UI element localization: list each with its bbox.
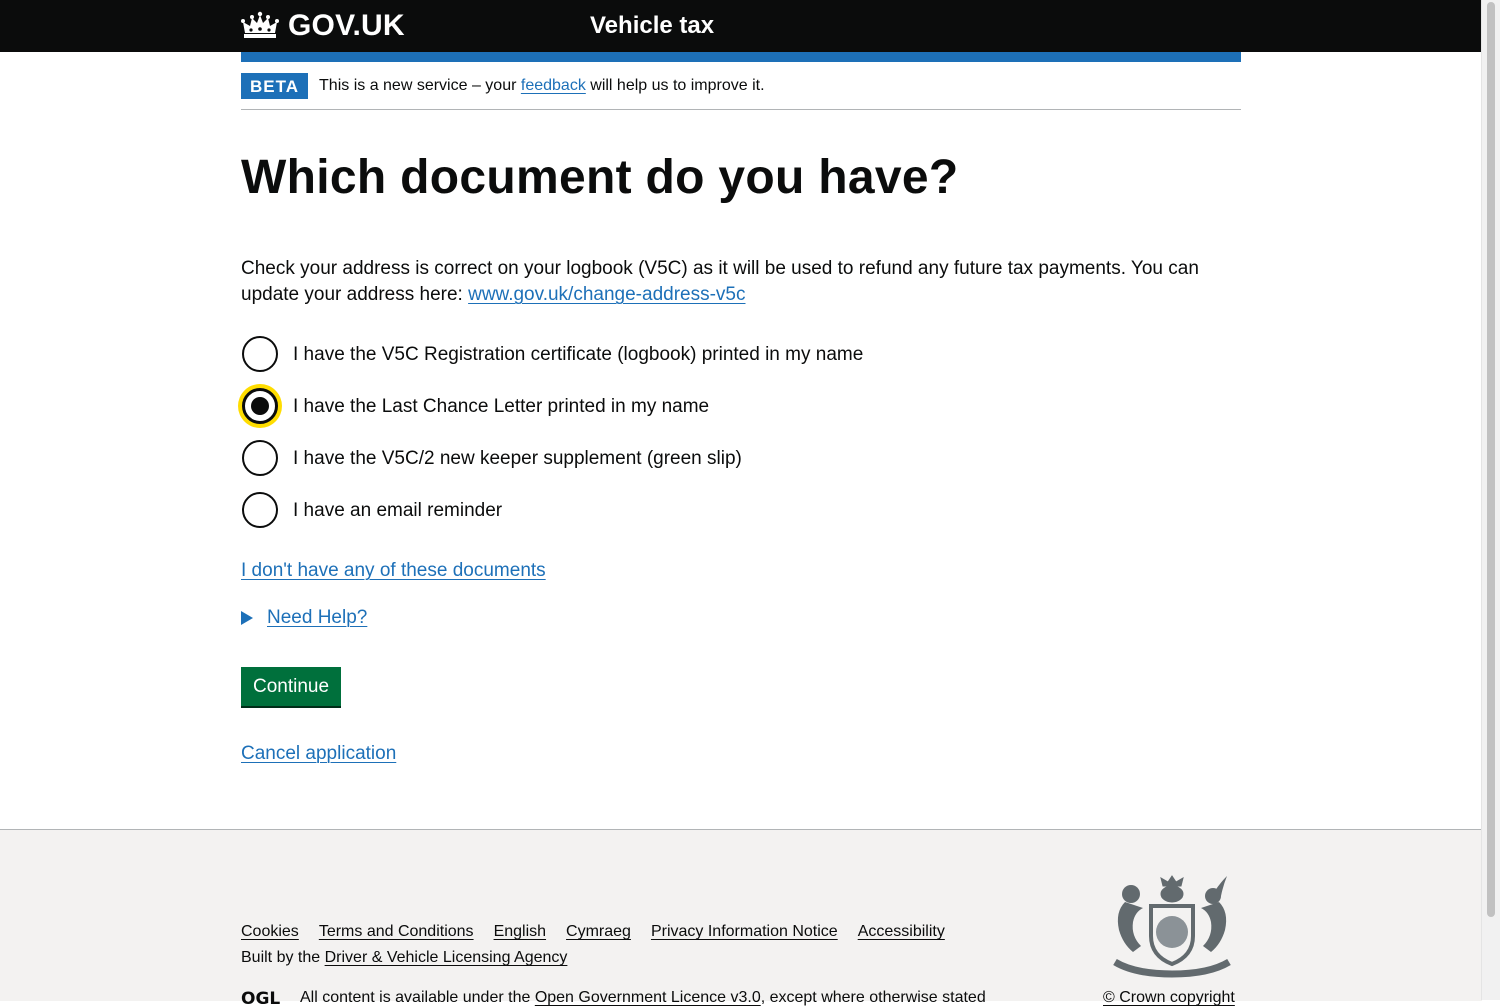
service-name-link[interactable]: Vehicle tax <box>590 11 714 41</box>
page-scrollbar[interactable] <box>1481 0 1500 1000</box>
radio-button[interactable] <box>242 440 278 476</box>
licence-row: OGL All content is available under the O… <box>241 988 986 1008</box>
cancel-application-link[interactable]: Cancel application <box>241 741 396 766</box>
ogl-logo-icon: OGL <box>241 989 280 1006</box>
licence-text-before: All content is available under the <box>300 989 535 1006</box>
footer-link-english[interactable]: English <box>494 922 546 942</box>
footer-link-privacy[interactable]: Privacy Information Notice <box>651 922 838 942</box>
radio-label[interactable]: I have an email reminder <box>293 498 502 523</box>
no-documents-link[interactable]: I don't have any of these documents <box>241 558 546 583</box>
ogl-logo-text: OGL <box>241 989 280 1006</box>
header-blue-bar <box>241 52 1241 62</box>
footer-links: Cookies Terms and Conditions English Cym… <box>241 922 965 942</box>
phase-banner: BETA This is a new service – your feedba… <box>241 62 1241 110</box>
footer-link-terms[interactable]: Terms and Conditions <box>319 922 474 942</box>
phase-text-before: This is a new service – your <box>319 76 521 94</box>
need-help-details[interactable]: Need Help? <box>241 605 367 630</box>
change-address-link[interactable]: www.gov.uk/change-address-v5c <box>468 284 745 305</box>
built-by-text: Built by the Driver & Vehicle Licensing … <box>241 948 567 968</box>
govuk-logo-text: GOV.UK <box>288 9 405 42</box>
scrollbar-thumb[interactable] <box>1487 2 1495 917</box>
document-radios: I have the V5C Registration certificate … <box>241 328 863 536</box>
dvla-link[interactable]: Driver & Vehicle Licensing Agency <box>325 949 568 966</box>
need-help-summary[interactable]: Need Help? <box>267 605 367 630</box>
radio-button[interactable] <box>242 336 278 372</box>
radio-label[interactable]: I have the V5C/2 new keeper supplement (… <box>293 446 742 471</box>
radio-v5c2-green-slip[interactable]: I have the V5C/2 new keeper supplement (… <box>241 432 863 484</box>
crown-icon <box>241 11 279 38</box>
feedback-link[interactable]: feedback <box>521 77 586 94</box>
radio-email-reminder[interactable]: I have an email reminder <box>241 484 863 536</box>
radio-button[interactable] <box>242 492 278 528</box>
ogl-licence-link[interactable]: Open Government Licence v3.0 <box>535 989 761 1006</box>
govuk-logo-link[interactable]: GOV.UK <box>241 8 405 44</box>
crown-copyright-link[interactable]: © Crown copyright <box>1103 989 1235 1006</box>
footer-link-accessibility[interactable]: Accessibility <box>858 922 945 942</box>
licence-text-after: , except where otherwise stated <box>760 989 986 1006</box>
phase-banner-text: This is a new service – your feedback wi… <box>319 76 765 96</box>
royal-coat-of-arms-icon <box>1113 875 1231 978</box>
built-by-prefix: Built by the <box>241 949 325 966</box>
phase-text-after: will help us to improve it. <box>585 76 765 94</box>
radio-button-selected[interactable] <box>242 388 278 424</box>
page-header: GOV.UK Vehicle tax <box>0 0 1482 52</box>
page-title: Which document do you have? <box>241 151 959 204</box>
crown-copyright: © Crown copyright <box>1103 988 1235 1008</box>
radio-last-chance-letter[interactable]: I have the Last Chance Letter printed in… <box>241 380 863 432</box>
radio-label[interactable]: I have the V5C Registration certificate … <box>293 342 863 367</box>
licence-text: All content is available under the Open … <box>300 988 986 1008</box>
footer-link-cookies[interactable]: Cookies <box>241 922 299 942</box>
page-footer: Cookies Terms and Conditions English Cym… <box>0 829 1482 1006</box>
radio-label[interactable]: I have the Last Chance Letter printed in… <box>293 394 709 419</box>
address-hint: Check your address is correct on your lo… <box>241 256 1241 308</box>
beta-tag: BETA <box>241 72 309 99</box>
caret-right-icon <box>241 610 253 625</box>
radio-v5c-logbook[interactable]: I have the V5C Registration certificate … <box>241 328 863 380</box>
continue-button[interactable]: Continue <box>241 667 342 706</box>
footer-link-cymraeg[interactable]: Cymraeg <box>566 922 631 942</box>
